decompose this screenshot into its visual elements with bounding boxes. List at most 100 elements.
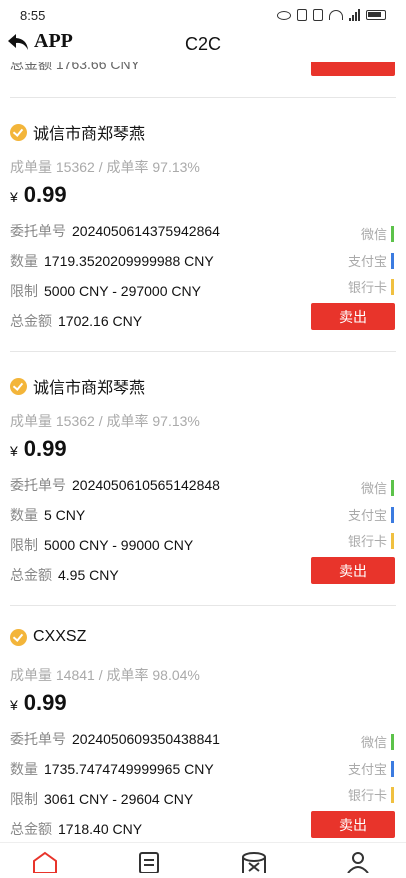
- total-row: 总金额 4.95 CNY: [10, 565, 119, 585]
- qty-row: 数量 5 CNY: [10, 505, 85, 525]
- total-value: 1702.16 CNY: [58, 313, 143, 329]
- tab-trade[interactable]: [240, 851, 268, 873]
- signal-icon: [349, 9, 360, 21]
- profile-icon: [347, 852, 369, 874]
- qty-label: 数量: [10, 253, 38, 269]
- merchant-row: 诚信市商郑琴燕: [10, 374, 145, 398]
- order-no-label: 委托单号: [10, 731, 66, 747]
- pay-alipay: 支付宝: [348, 505, 394, 524]
- page-title: C2C: [184, 34, 221, 54]
- alipay-marker: [391, 760, 394, 777]
- pay-alipay: 支付宝: [348, 759, 394, 778]
- currency-symbol: ¥: [10, 443, 18, 459]
- merchant-stats: 成单量 14841 / 成单率 98.04%: [10, 667, 200, 683]
- bottom-tab-bar: [0, 842, 406, 874]
- order-no-value: 2024050609350438841: [72, 731, 220, 747]
- pay-alipay: 支付宝: [348, 251, 394, 270]
- pay-wechat-label: 微信: [360, 227, 387, 242]
- unit-price: 0.99: [23, 690, 67, 715]
- listing-card-partial: 总金额 1763.66 CNY: [0, 62, 406, 98]
- verified-badge-icon: [10, 377, 27, 395]
- listing-card: 诚信市商郑琴燕 成单量 15362 / 成单率 97.13% ¥ 0.99 委托…: [0, 98, 406, 352]
- wechat-marker: [391, 479, 394, 496]
- trade-icon: [242, 852, 266, 873]
- qty-value: 1719.3520209999988 CNY: [44, 253, 214, 269]
- total-label: 总金额: [10, 313, 52, 329]
- pay-bank: 银行卡: [348, 785, 394, 804]
- vibrate-icon: [313, 9, 323, 21]
- limit-value: 3061 CNY - 29604 CNY: [44, 791, 194, 807]
- pay-wechat: 微信: [361, 478, 394, 497]
- order-no-row: 委托单号 2024050610565142848: [10, 475, 220, 495]
- qty-row: 数量 1735.7474749999965 CNY: [10, 759, 214, 779]
- total-row: 总金额 1718.40 CNY: [10, 819, 142, 839]
- pay-wechat-label: 微信: [360, 735, 387, 750]
- pay-alipay-label: 支付宝: [347, 254, 387, 269]
- limit-label: 限制: [10, 537, 38, 553]
- pay-bank: 银行卡: [348, 277, 394, 296]
- pay-bank-label: 银行卡: [347, 788, 387, 803]
- order-no-label: 委托单号: [10, 477, 66, 493]
- partial-sell-button[interactable]: [311, 62, 395, 76]
- listing-list[interactable]: 总金额 1763.66 CNY 诚信市商郑琴燕 成单量 15362 / 成单率 …: [0, 62, 406, 842]
- qty-label: 数量: [10, 761, 38, 777]
- currency-symbol: ¥: [10, 697, 18, 713]
- price-row: ¥ 0.99: [10, 182, 67, 208]
- listing-card: 诚信市商郑琴燕 成单量 15362 / 成单率 97.13% ¥ 0.99 委托…: [0, 352, 406, 606]
- alipay-marker: [391, 506, 394, 523]
- merchant-row: CXXSZ: [10, 628, 86, 646]
- limit-row: 限制 5000 CNY - 99000 CNY: [10, 535, 193, 555]
- wechat-marker: [391, 225, 394, 242]
- tab-home[interactable]: [31, 851, 59, 874]
- home-icon: [33, 851, 57, 874]
- total-value: 4.95 CNY: [58, 567, 119, 583]
- pay-wechat-label: 微信: [360, 481, 387, 496]
- pay-bank: 银行卡: [348, 531, 394, 550]
- order-no-value: 2024050614375942864: [72, 223, 220, 239]
- price-row: ¥ 0.99: [10, 436, 67, 462]
- partial-total: 总金额 1763.66 CNY: [10, 62, 140, 72]
- wifi-icon: [329, 10, 343, 20]
- limit-row: 限制 3061 CNY - 29604 CNY: [10, 789, 193, 809]
- limit-value: 5000 CNY - 99000 CNY: [44, 537, 194, 553]
- bank-marker: [391, 278, 394, 295]
- pay-bank-label: 银行卡: [347, 280, 387, 295]
- unit-price: 0.99: [23, 436, 67, 461]
- sell-button[interactable]: 卖出: [311, 303, 395, 330]
- pay-wechat: 微信: [361, 732, 394, 751]
- status-icons: [277, 8, 386, 22]
- order-no-value: 2024050610565142848: [72, 477, 220, 493]
- merchant-stats: 成单量 15362 / 成单率 97.13%: [10, 159, 200, 175]
- total-label: 总金额: [10, 567, 52, 583]
- price-row: ¥ 0.99: [10, 690, 67, 716]
- qty-value: 5 CNY: [44, 507, 86, 523]
- total-label: 总金额: [10, 821, 52, 837]
- bank-marker: [391, 786, 394, 803]
- merchant-name: CXXSZ: [33, 628, 87, 645]
- tab-orders[interactable]: [135, 851, 163, 874]
- sell-button[interactable]: 卖出: [311, 557, 395, 584]
- limit-value: 5000 CNY - 297000 CNY: [44, 283, 201, 299]
- listing-card: CXXSZ 成单量 14841 / 成单率 98.04% ¥ 0.99 委托单号…: [0, 606, 406, 842]
- pay-alipay-label: 支付宝: [347, 508, 387, 523]
- status-time: 8:55: [20, 8, 46, 23]
- alipay-marker: [391, 252, 394, 269]
- merchant-name: 诚信市商郑琴燕: [33, 380, 146, 397]
- qty-row: 数量 1719.3520209999988 CNY: [10, 251, 214, 271]
- merchant-row: 诚信市商郑琴燕: [10, 120, 145, 144]
- verified-badge-icon: [10, 628, 27, 646]
- order-no-label: 委托单号: [10, 223, 66, 239]
- status-bar: 8:55: [0, 0, 406, 28]
- total-row: 总金额 1702.16 CNY: [10, 311, 142, 331]
- qty-label: 数量: [10, 507, 38, 523]
- unit-price: 0.99: [23, 182, 67, 207]
- nfc-icon: [297, 9, 307, 21]
- bank-marker: [391, 532, 394, 549]
- total-value: 1718.40 CNY: [58, 821, 143, 837]
- currency-symbol: ¥: [10, 189, 18, 205]
- order-no-row: 委托单号 2024050614375942864: [10, 221, 220, 241]
- pay-wechat: 微信: [361, 224, 394, 243]
- sell-button[interactable]: 卖出: [311, 811, 395, 838]
- tab-profile[interactable]: [344, 851, 372, 874]
- limit-label: 限制: [10, 283, 38, 299]
